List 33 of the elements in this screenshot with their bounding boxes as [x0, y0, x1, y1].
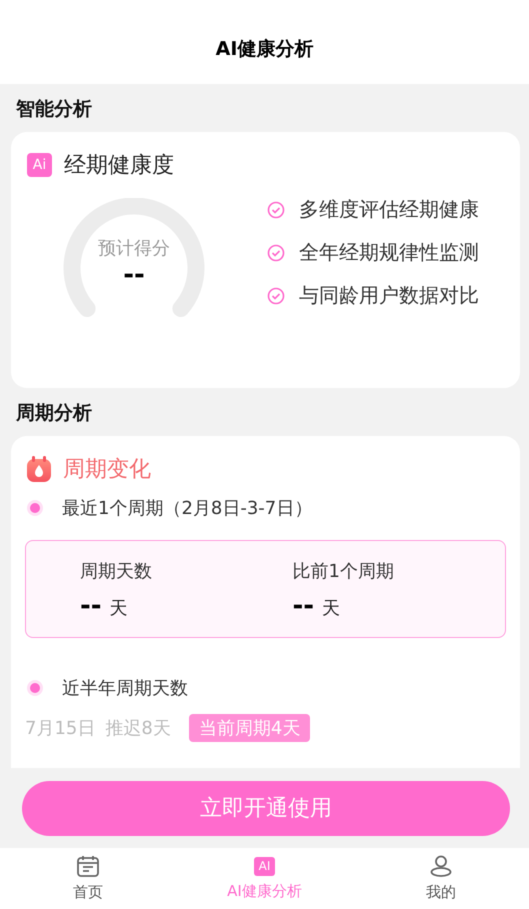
- bullet-dot: [30, 503, 40, 513]
- section-label: 周期分析: [14, 401, 93, 426]
- feature-text: 全年经期规律性监测: [299, 239, 479, 266]
- section-label: 智能分析: [14, 97, 93, 122]
- check-circle-icon: [267, 244, 285, 262]
- person-icon: [430, 855, 452, 877]
- stat-unit: 天: [110, 597, 128, 620]
- card-title: 周期变化: [63, 456, 151, 484]
- stat-label: 比前1个周期: [292, 560, 395, 583]
- check-circle-icon: [267, 200, 285, 218]
- stat-value: --: [292, 591, 314, 621]
- ai-icon: AI: [254, 856, 275, 876]
- ai-icon: Ai: [27, 153, 52, 177]
- feature-text: 与同龄用户数据对比: [299, 282, 479, 309]
- card-title: 经期健康度: [64, 152, 174, 180]
- page-title: AI健康分析: [216, 37, 314, 62]
- check-circle-icon: [267, 286, 285, 304]
- drop-calendar-icon: [27, 456, 51, 482]
- stat-label: 周期天数: [80, 560, 153, 583]
- history-date: 7月15日: [25, 717, 96, 740]
- bullet-text: 近半年周期天数: [62, 677, 188, 700]
- history-note: 推迟8天: [105, 717, 171, 740]
- tab[interactable]: 首页: [0, 848, 176, 909]
- gauge-caption: 预计得分: [98, 237, 170, 260]
- stat-value: --: [80, 591, 102, 621]
- stat-unit: 天: [322, 597, 340, 620]
- bullet-dot: [30, 683, 40, 693]
- feature-text: 多维度评估经期健康: [299, 196, 479, 223]
- score-value: --: [123, 260, 145, 290]
- current-cycle-tag: 当前周期4天: [188, 714, 310, 742]
- bullet-text: 最近1个周期（2月8日-3-7日）: [62, 497, 312, 520]
- calendar-icon: [77, 855, 100, 877]
- tab[interactable]: 我的: [352, 848, 529, 909]
